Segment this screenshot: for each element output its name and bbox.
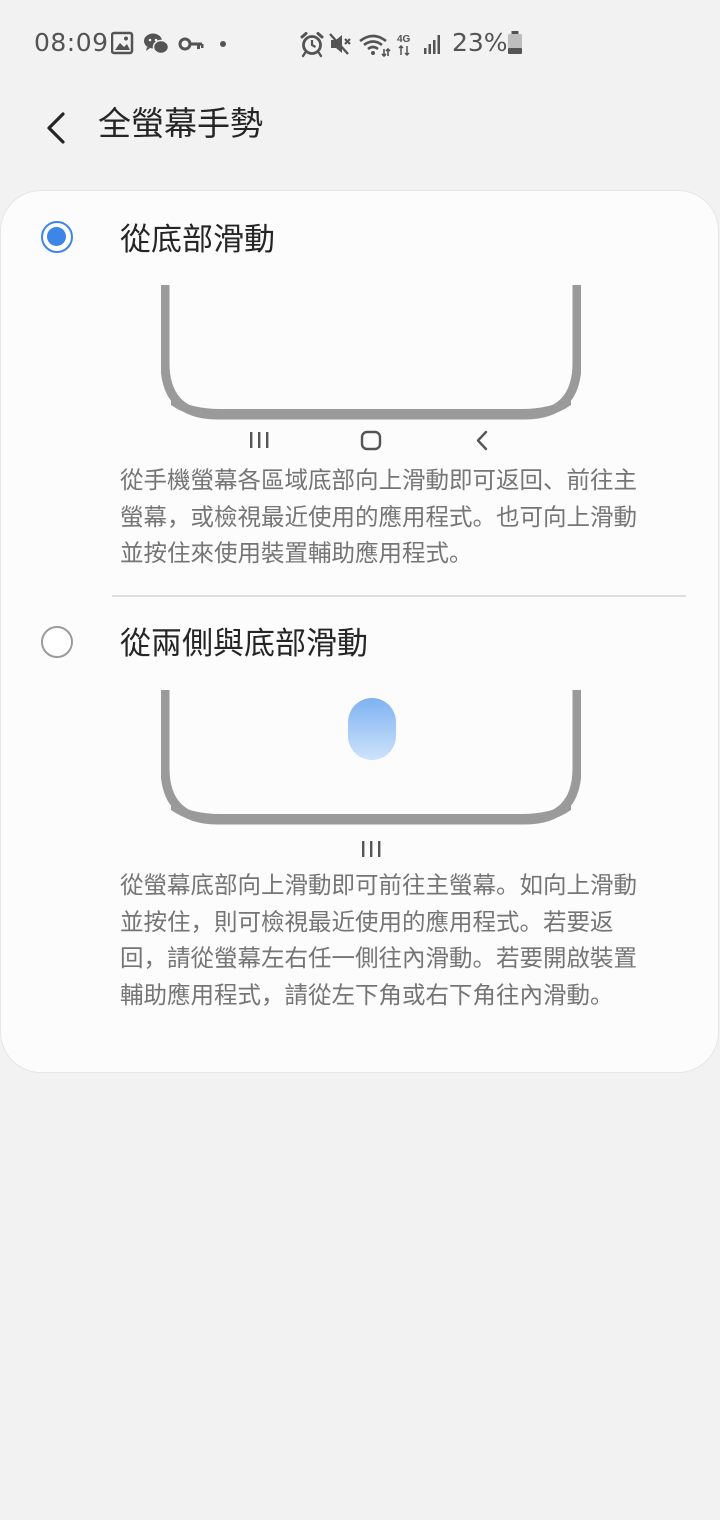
option-title: 從兩側與底部滑動 xyxy=(120,626,368,662)
status-right-icons: 4G xyxy=(300,32,440,58)
gallery-icon xyxy=(111,31,134,55)
option-description: 從螢幕底部向上滑動即可前往主螢幕。如向上滑動並按住，則可檢視最近使用的應用程式。… xyxy=(120,871,637,1009)
battery-icon xyxy=(508,31,522,54)
option-description: 從手機螢幕各區域底部向上滑動即可返回、前往主螢幕，或檢視最近使用的應用程式。也可… xyxy=(120,466,637,567)
vpn-key-icon xyxy=(178,37,204,51)
signal-icon xyxy=(424,35,440,54)
gesture-blob xyxy=(348,698,396,760)
alarm-icon xyxy=(300,32,324,58)
phone-outline xyxy=(161,285,581,420)
radio-swipe-from-sides-and-bottom[interactable] xyxy=(41,626,73,658)
back-button[interactable] xyxy=(30,102,82,154)
option-swipe-from-bottom[interactable]: 從底部滑動 從手機螢幕各區域底部向上滑動即可返回、前往主螢幕，或檢視最近使用的應… xyxy=(1,191,718,595)
wifi-icon xyxy=(359,34,391,58)
recents-icon xyxy=(362,841,381,857)
status-bar: 08:09 4G 23% xyxy=(0,0,720,88)
app-bar: 全螢幕手勢 xyxy=(0,88,720,168)
4g-icon: 4G xyxy=(397,34,411,57)
back-icon xyxy=(476,430,488,451)
phone-bottom-edge xyxy=(171,397,571,419)
gesture-options-card: 從底部滑動 從手機螢幕各區域底部向上滑動即可返回、前往主螢幕，或檢視最近使用的應… xyxy=(1,191,718,1072)
svg-text:4G: 4G xyxy=(397,34,411,45)
option-swipe-from-sides-and-bottom[interactable]: 從兩側與底部滑動 從螢幕底部向上滑動即可前往主螢幕。如向上滑動並按住，則可檢視最… xyxy=(1,597,718,1072)
mute-icon xyxy=(329,33,351,55)
option-title: 從底部滑動 xyxy=(120,222,275,258)
wechat-icon xyxy=(144,33,170,55)
back-chevron-icon xyxy=(47,112,65,144)
dot-icon xyxy=(220,41,226,47)
illustration-swipe-from-bottom xyxy=(161,285,581,451)
status-left-icons xyxy=(111,31,226,55)
illustration-swipe-from-sides xyxy=(161,690,581,857)
radio-swipe-from-bottom[interactable] xyxy=(41,221,73,253)
phone-bottom-edge xyxy=(171,802,571,824)
battery-percent: 23% xyxy=(452,28,508,57)
page-title: 全螢幕手勢 xyxy=(98,104,263,143)
status-time: 08:09 xyxy=(34,28,109,57)
home-icon xyxy=(360,430,382,451)
recents-icon xyxy=(250,432,269,448)
